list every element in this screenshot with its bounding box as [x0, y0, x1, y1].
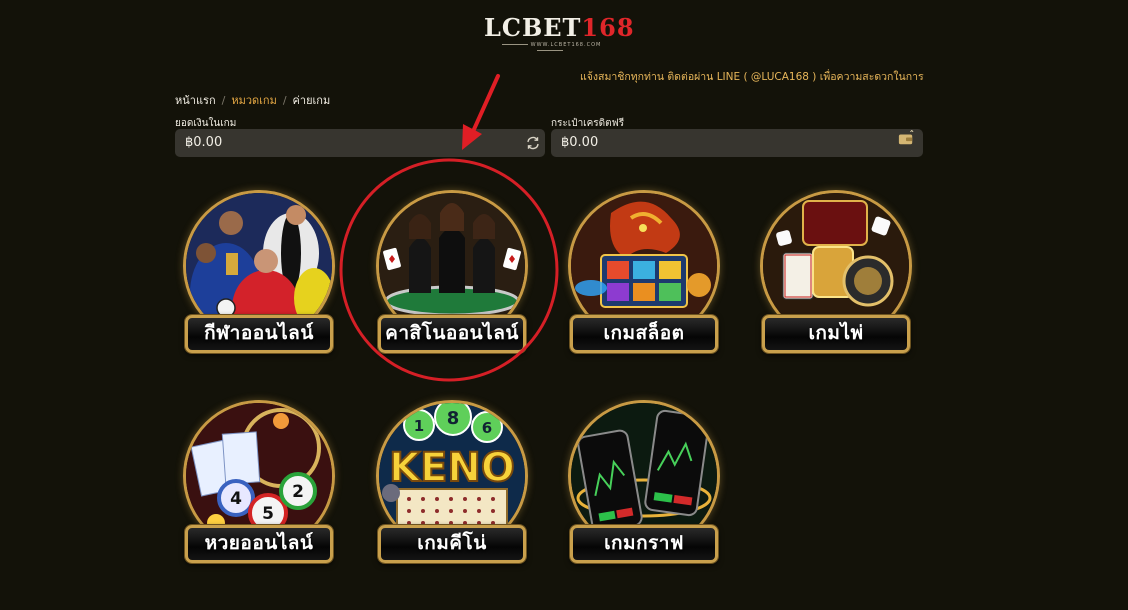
category-tile-graph[interactable]: เกมกราฟ: [560, 394, 724, 564]
breadcrumb-home[interactable]: หน้าแรก: [175, 94, 216, 107]
category-label: เกมไพ่: [762, 315, 910, 353]
breadcrumb-separator: /: [221, 94, 226, 107]
logo-wordmark: LCBET168: [484, 13, 635, 42]
refresh-icon[interactable]: [525, 135, 541, 151]
breadcrumb: หน้าแรก / หมวดเกม / ค่ายเกม: [175, 91, 330, 107]
announcement-text: แจ้งสมาชิกทุกท่าน ติดต่อผ่าน LINE ( @LUC…: [580, 71, 924, 83]
category-label: คาสิโนออนไลน์: [378, 315, 526, 353]
keno-ball-label: 8: [447, 408, 460, 429]
lottery-ball-label: 2: [292, 482, 304, 502]
category-label: กีฬาออนไลน์: [185, 315, 333, 353]
game-balance-value: ฿0.00: [185, 135, 223, 150]
breadcrumb-separator: /: [282, 94, 287, 107]
category-tile-lottery[interactable]: 4 5 2 หวยออนไลน์: [175, 394, 339, 564]
lottery-ball-label: 5: [262, 504, 274, 524]
category-tile-sports[interactable]: กีฬาออนไลน์: [175, 184, 339, 354]
keno-ball-label: 6: [482, 419, 492, 437]
wallet-icon[interactable]: [898, 130, 914, 146]
category-tile-keno[interactable]: 1 8 6 KENO เกมคีโน่: [368, 394, 532, 564]
category-tile-slots[interactable]: เกมสล็อต: [560, 184, 724, 354]
free-credit-field: ฿0.00: [551, 129, 923, 157]
breadcrumb-providers: ค่ายเกม: [292, 94, 331, 107]
game-balance-field: ฿0.00: [175, 129, 545, 157]
category-label: เกมสล็อต: [570, 315, 718, 353]
logo-subtext: WWW.LCBET168.COM: [484, 42, 616, 54]
keno-ball-label: 1: [414, 417, 424, 435]
keno-wordmark: KENO: [389, 445, 515, 491]
breadcrumb-categories[interactable]: หมวดเกม: [231, 94, 277, 107]
site-logo[interactable]: LCBET168 WWW.LCBET168.COM: [484, 13, 635, 49]
announcement-marquee: แจ้งสมาชิกทุกท่าน ติดต่อผ่าน LINE ( @LUC…: [560, 68, 924, 84]
category-tile-cards[interactable]: เกมไพ่: [752, 184, 916, 354]
free-credit-value: ฿0.00: [561, 135, 599, 150]
category-label: เกมกราฟ: [570, 525, 718, 563]
category-tile-casino[interactable]: คาสิโนออนไลน์: [368, 184, 532, 354]
category-label: หวยออนไลน์: [185, 525, 333, 563]
lottery-ball-label: 4: [230, 489, 242, 509]
category-label: เกมคีโน่: [378, 525, 526, 563]
